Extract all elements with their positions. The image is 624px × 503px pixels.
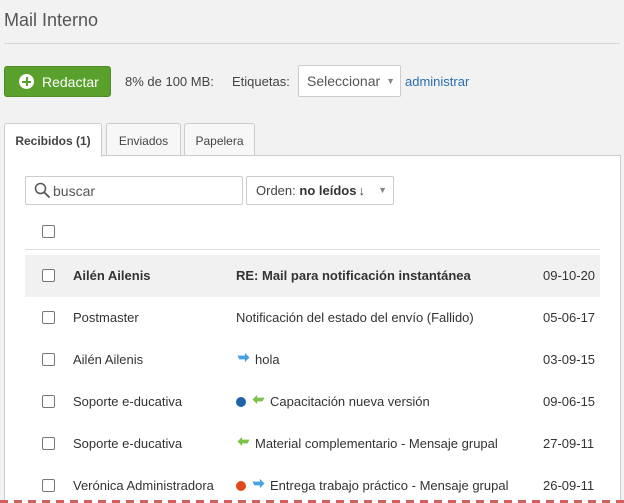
list-header-divider bbox=[25, 249, 600, 250]
order-select[interactable]: Orden: no leídos ↓ ▼ bbox=[246, 176, 394, 205]
tab-inbox[interactable]: Recibidos (1) bbox=[4, 123, 102, 157]
message-date: 03-09-15 bbox=[543, 352, 596, 367]
message-sender: Soporte e-ducativa bbox=[73, 394, 183, 409]
message-subject[interactable]: Material complementario - Mensaje grupal bbox=[236, 436, 498, 451]
message-subject[interactable]: Notificación del estado del envío (Falli… bbox=[236, 310, 474, 325]
tab-sent[interactable]: Enviados bbox=[106, 123, 181, 156]
forward-arrow-icon bbox=[252, 394, 265, 404]
select-all-checkbox[interactable] bbox=[42, 225, 55, 238]
message-checkbox[interactable] bbox=[42, 269, 55, 282]
message-row[interactable]: Soporte e-ducativa Material complementari… bbox=[25, 423, 600, 465]
title-divider bbox=[4, 43, 620, 44]
sort-direction-icon: ↓ bbox=[358, 183, 365, 198]
tab-trash[interactable]: Papelera bbox=[184, 123, 255, 156]
mail-page: Mail Interno Redactar 8% de 100 MB: Etiq… bbox=[0, 0, 624, 503]
search-input[interactable] bbox=[53, 180, 239, 201]
message-checkbox[interactable] bbox=[42, 353, 55, 366]
page-title: Mail Interno bbox=[4, 10, 99, 30]
compose-button[interactable]: Redactar bbox=[4, 66, 111, 97]
message-sender: Soporte e-ducativa bbox=[73, 436, 183, 451]
caret-down-icon: ▼ bbox=[386, 76, 395, 86]
message-subject-text: RE: Mail para notificación instantánea bbox=[236, 268, 471, 283]
message-row[interactable]: Soporte e-ducativa Capacitación nueva ver… bbox=[25, 381, 600, 423]
message-row[interactable]: Ailén Ailenis RE: Mail para notificación … bbox=[25, 255, 600, 297]
message-subject-text: Material complementario - Mensaje grupal bbox=[255, 436, 498, 451]
message-checkbox[interactable] bbox=[42, 311, 55, 324]
search-box[interactable] bbox=[25, 176, 243, 205]
message-sender: Postmaster bbox=[73, 310, 139, 325]
message-sender: Verónica Administradora bbox=[73, 478, 214, 493]
message-subject[interactable]: Capacitación nueva versión bbox=[236, 394, 430, 409]
message-date: 27-09-11 bbox=[543, 436, 595, 451]
message-subject-text: Capacitación nueva versión bbox=[270, 394, 430, 409]
message-row[interactable]: Postmaster Notificación del estado del en… bbox=[25, 297, 600, 339]
storage-quota: 8% de 100 MB: bbox=[125, 74, 214, 89]
message-subject-text: Notificación del estado del envío (Falli… bbox=[236, 310, 474, 325]
labels-select[interactable]: Seleccionar ▼ bbox=[298, 65, 401, 97]
reply-arrow-icon bbox=[252, 478, 265, 488]
message-subject[interactable]: hola bbox=[236, 352, 280, 367]
message-subject-text: Entrega trabajo práctico - Mensaje grupa… bbox=[270, 478, 509, 493]
compose-button-label: Redactar bbox=[42, 73, 99, 90]
order-prefix: Orden: bbox=[256, 183, 296, 198]
labels-select-value: Seleccionar bbox=[307, 73, 381, 89]
label-dot-icon bbox=[236, 396, 246, 407]
message-subject-text: hola bbox=[255, 352, 280, 367]
labels-admin-link[interactable]: administrar bbox=[405, 74, 469, 89]
message-date: 09-06-15 bbox=[543, 394, 596, 409]
labels-caption: Etiquetas: bbox=[232, 74, 290, 89]
message-checkbox[interactable] bbox=[42, 437, 55, 450]
search-icon bbox=[34, 182, 50, 198]
message-sender: Ailén Ailenis bbox=[73, 268, 151, 283]
plus-circle-icon bbox=[19, 74, 34, 89]
message-subject[interactable]: RE: Mail para notificación instantánea bbox=[236, 268, 471, 283]
message-subject[interactable]: Entrega trabajo práctico - Mensaje grupa… bbox=[236, 478, 508, 493]
message-sender: Ailén Ailenis bbox=[73, 352, 144, 367]
message-row[interactable]: Ailén Ailenis hola 03-09-15 bbox=[25, 339, 600, 381]
message-date: 05-06-17 bbox=[543, 310, 596, 325]
message-date: 09-10-20 bbox=[543, 268, 596, 283]
message-date: 26-09-11 bbox=[543, 478, 595, 493]
reply-arrow-icon bbox=[237, 352, 250, 362]
message-checkbox[interactable] bbox=[42, 395, 55, 408]
message-checkbox[interactable] bbox=[42, 479, 55, 492]
forward-arrow-icon bbox=[237, 436, 250, 446]
label-dot-icon bbox=[236, 480, 246, 491]
caret-down-icon: ▼ bbox=[378, 185, 387, 195]
order-value: no leídos bbox=[299, 183, 357, 198]
message-row[interactable]: Verónica Administradora Entrega trabajo p… bbox=[25, 465, 600, 503]
